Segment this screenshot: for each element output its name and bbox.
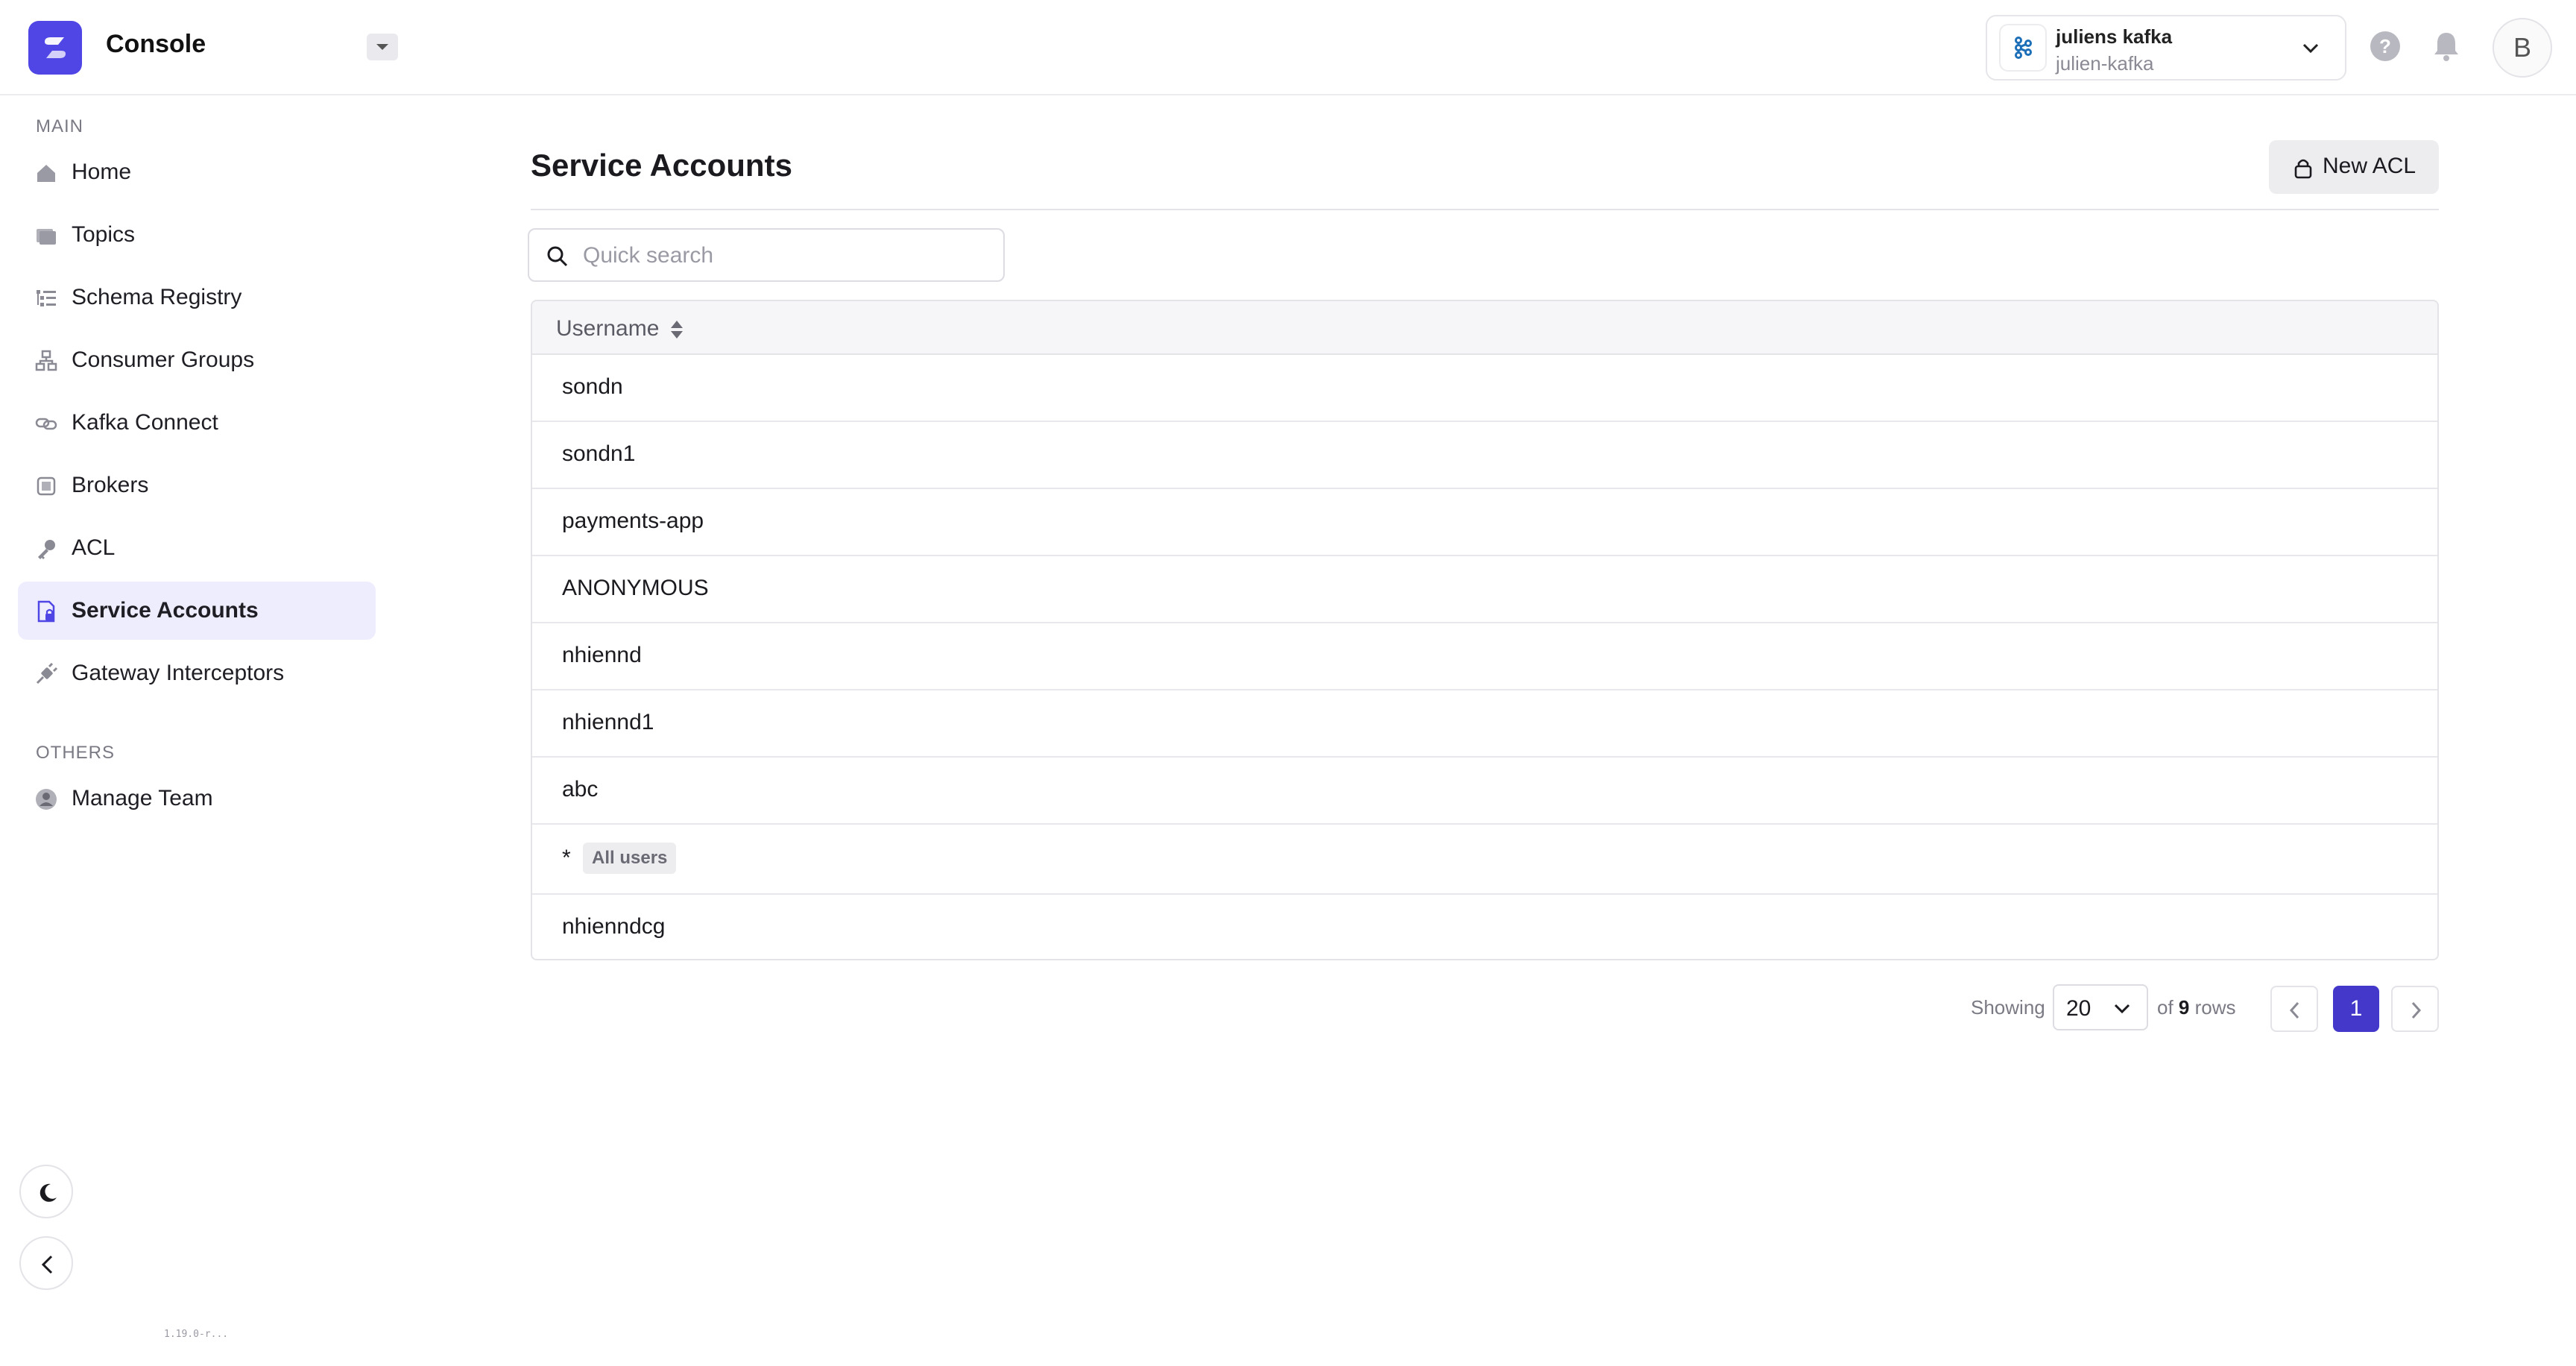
table-row[interactable]: payments-app <box>532 489 2437 556</box>
sidebar-section-others: OTHERS <box>36 743 116 763</box>
username-cell: payments-app <box>562 509 704 533</box>
sidebar-item-brokers[interactable]: Brokers <box>18 456 376 514</box>
sidebar-item-service-accounts[interactable]: Service Accounts <box>18 582 376 640</box>
consumer-groups-icon <box>35 350 57 371</box>
top-header: Console juliens kafka julien-kafka ? B <box>0 0 2576 95</box>
sidebar-item-acl[interactable]: ACL <box>18 519 376 577</box>
sidebar-item-gateway-interceptors[interactable]: Gateway Interceptors <box>18 644 376 702</box>
username-cell: sondn <box>562 374 623 399</box>
key-icon <box>38 540 55 559</box>
new-acl-button[interactable]: New ACL <box>2269 140 2439 194</box>
service-accounts-table: Username sondn sondn1 payments-app ANONY… <box>531 300 2439 960</box>
table-row[interactable]: nhienndcg <box>532 895 2437 959</box>
rows-label: rows <box>2194 996 2236 1019</box>
sidebar-item-label: Home <box>72 160 132 184</box>
chevron-down-icon <box>2114 1004 2130 1014</box>
table-row[interactable]: ANONYMOUS <box>532 556 2437 623</box>
user-circle-icon <box>36 789 57 810</box>
username-cell: nhienndcg <box>562 914 666 939</box>
column-header-username[interactable]: Username <box>556 316 659 342</box>
page-title: Service Accounts <box>531 148 792 183</box>
page-size-select[interactable]: 20 <box>2053 984 2148 1030</box>
kafka-icon <box>1999 24 2047 72</box>
service-accounts-icon <box>37 600 55 623</box>
table-row[interactable]: * All users <box>532 825 2437 895</box>
table-row[interactable]: sondn1 <box>532 422 2437 489</box>
table-header: Username <box>532 301 2437 355</box>
username-cell: nhiennd <box>562 643 642 667</box>
username-cell: sondn1 <box>562 441 636 466</box>
sidebar-item-home[interactable]: Home <box>18 143 376 201</box>
sidebar-item-label: Service Accounts <box>72 598 259 623</box>
username-cell: ANONYMOUS <box>562 576 709 600</box>
cluster-selector[interactable]: juliens kafka julien-kafka <box>1986 15 2346 81</box>
sidebar-item-manage-team[interactable]: Manage Team <box>18 769 376 828</box>
search-input[interactable] <box>581 240 987 271</box>
sidebar-item-topics[interactable]: Topics <box>18 206 376 264</box>
kafka-connect-icon <box>35 418 57 430</box>
next-page-button[interactable] <box>2391 986 2439 1032</box>
lock-icon <box>2294 159 2312 179</box>
table-row[interactable]: sondn <box>532 355 2437 422</box>
sidebar-item-label: Manage Team <box>72 786 213 811</box>
search-icon <box>547 246 568 267</box>
total-rows: 9 <box>2178 996 2190 1019</box>
table-row[interactable]: nhiennd1 <box>532 690 2437 758</box>
chevron-right-icon <box>2411 1001 2422 1019</box>
app-title: Console <box>106 30 206 58</box>
sort-icon[interactable] <box>669 319 684 340</box>
page-size-value: 20 <box>2066 996 2092 1021</box>
sidebar-item-label: Consumer Groups <box>72 347 255 372</box>
caret-down-icon <box>376 44 388 50</box>
sidebar-item-label: Kafka Connect <box>72 410 218 435</box>
username-cell: nhiennd1 <box>562 710 654 734</box>
schema-registry-icon <box>37 290 56 306</box>
moon-icon <box>40 1183 57 1202</box>
collapse-sidebar-button[interactable] <box>19 1236 73 1290</box>
sidebar-item-kafka-connect[interactable]: Kafka Connect <box>18 394 376 452</box>
cluster-name: juliens kafka <box>2056 25 2173 48</box>
app-version: 1.19.0-r... <box>164 1329 229 1340</box>
chevron-left-icon <box>2289 1001 2299 1019</box>
brokers-icon <box>37 476 56 496</box>
sidebar-item-label: Brokers <box>72 473 149 497</box>
sidebar-item-label: Gateway Interceptors <box>72 661 285 685</box>
bell-icon[interactable] <box>2431 30 2461 63</box>
sidebar-item-schema-registry[interactable]: Schema Registry <box>18 268 376 327</box>
username-cell: abc <box>562 777 599 802</box>
pagination-showing-label: Showing <box>1971 996 2045 1019</box>
sidebar-item-consumer-groups[interactable]: Consumer Groups <box>18 331 376 389</box>
table-row[interactable]: abc <box>532 758 2437 825</box>
user-avatar[interactable]: B <box>2493 18 2552 78</box>
topics-icon <box>37 229 56 245</box>
sidebar-section-main: MAIN <box>36 116 83 136</box>
previous-page-button[interactable] <box>2270 986 2318 1032</box>
username-cell: * <box>562 846 571 870</box>
sidebar-item-label: Topics <box>72 222 136 247</box>
table-row[interactable]: nhiennd <box>532 623 2437 690</box>
new-acl-label: New ACL <box>2323 154 2416 178</box>
chevron-left-icon <box>41 1255 53 1274</box>
of-label: of <box>2157 996 2174 1019</box>
sidebar-item-label: Schema Registry <box>72 285 242 309</box>
plug-icon <box>36 662 58 684</box>
page-number-current[interactable]: 1 <box>2333 986 2379 1032</box>
quick-search[interactable] <box>528 228 1005 282</box>
cluster-id: julien-kafka <box>2056 52 2154 75</box>
title-divider <box>531 209 2439 210</box>
theme-toggle-button[interactable] <box>19 1165 73 1218</box>
home-icon <box>37 165 55 182</box>
chevron-down-icon <box>2302 43 2319 54</box>
pagination-total: of 9 rows <box>2157 996 2236 1019</box>
help-icon[interactable]: ? <box>2370 31 2400 61</box>
console-logo-icon[interactable] <box>28 21 82 75</box>
app-switcher-dropdown[interactable] <box>367 34 398 60</box>
all-users-badge: All users <box>583 843 677 874</box>
sidebar-item-label: ACL <box>72 535 116 560</box>
